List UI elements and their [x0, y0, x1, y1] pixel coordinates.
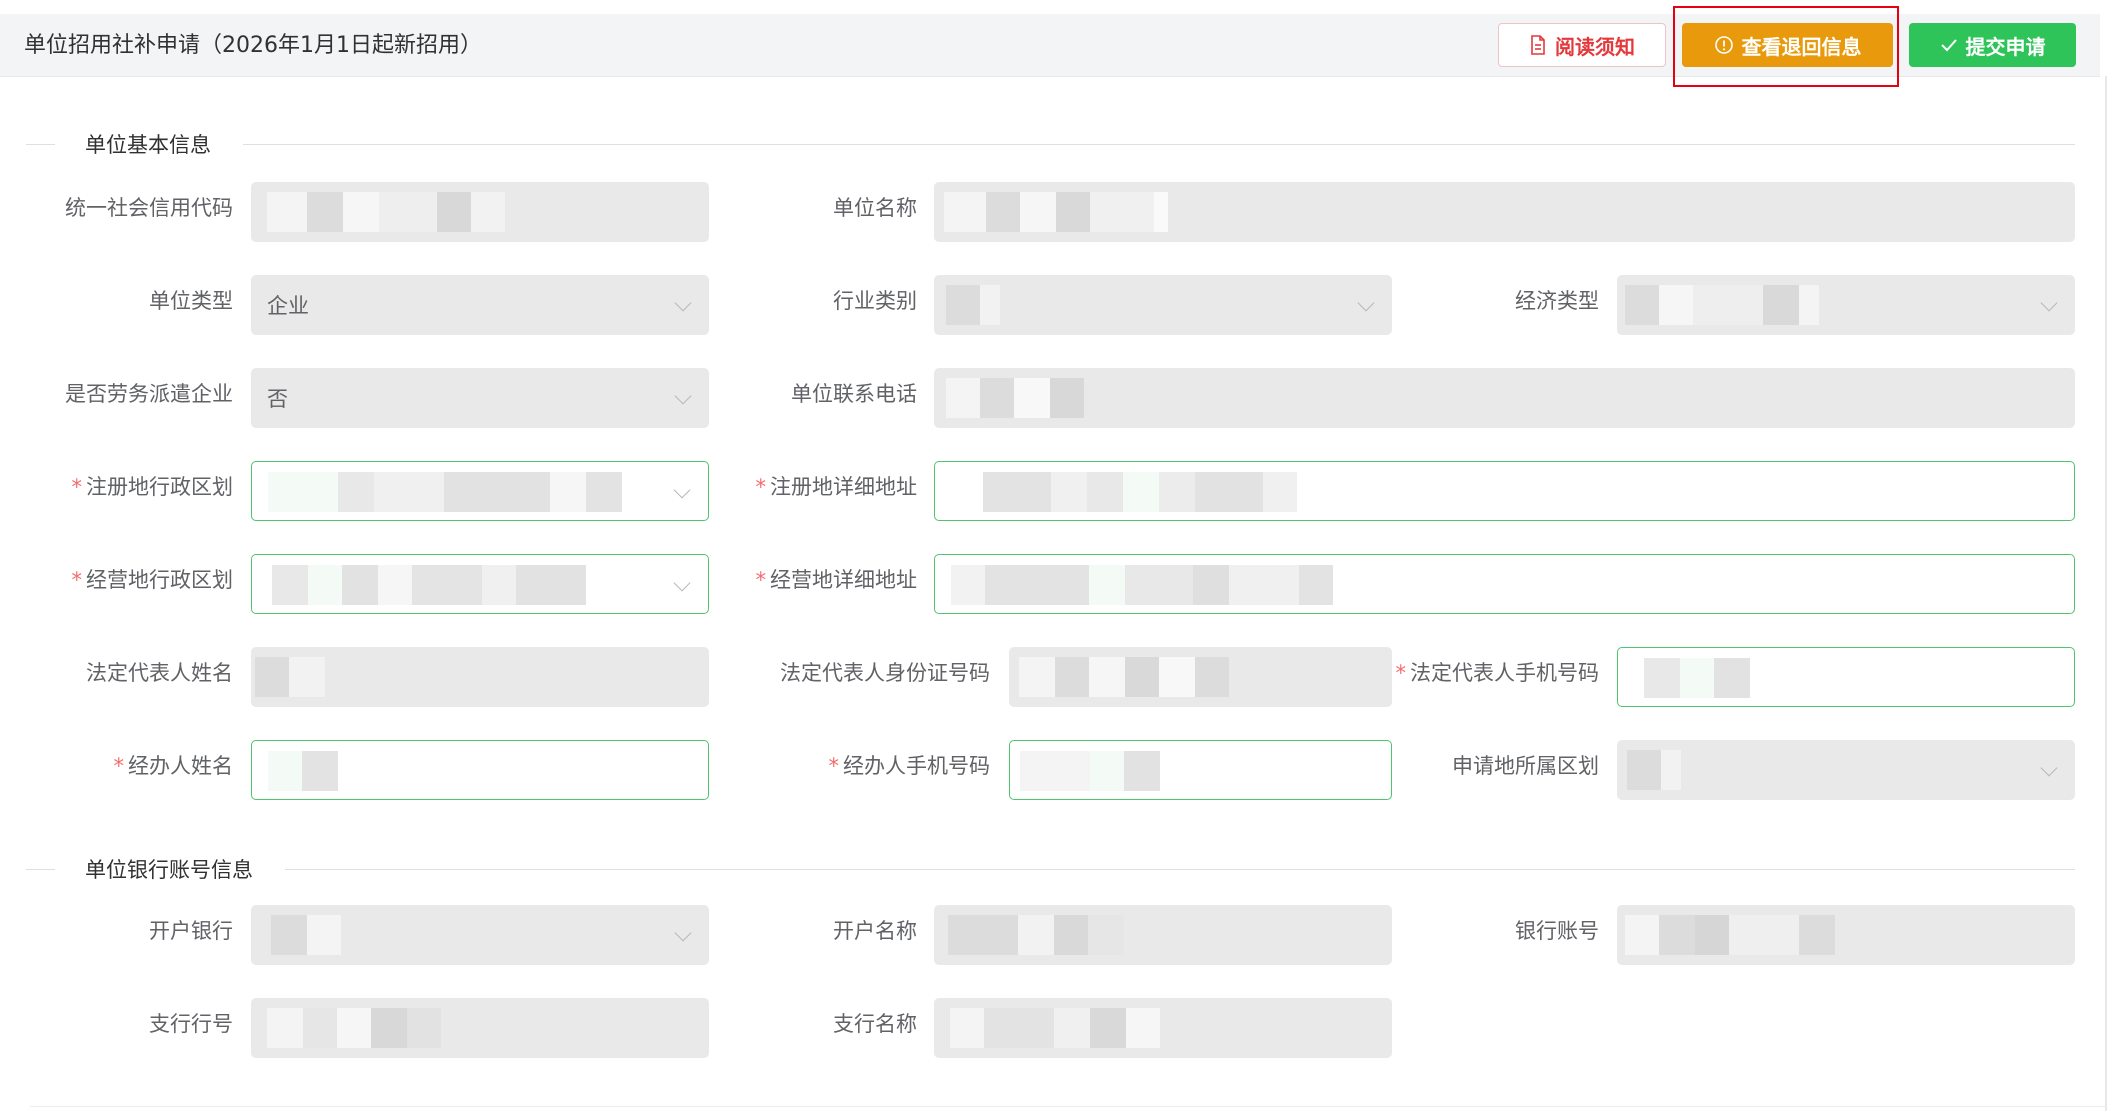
view-return-info-button[interactable]: 查看退回信息: [1682, 23, 1893, 67]
biz-region-select[interactable]: [251, 554, 709, 614]
labor-dispatch-select[interactable]: 否: [251, 368, 709, 428]
chevron-down-icon: [673, 574, 691, 592]
account-no-field: [1617, 905, 2075, 965]
right-scroll-edge: [2105, 76, 2107, 1111]
agent-phone-label: * 经办人手机号码: [828, 754, 991, 778]
biz-address-input[interactable]: [934, 554, 2075, 614]
agent-phone-input[interactable]: [1009, 740, 1392, 800]
agent-name-input[interactable]: [251, 740, 709, 800]
apply-region-label: 申请地所属区划: [1452, 754, 1599, 778]
industry-label: 行业类别: [833, 289, 917, 313]
legal-phone-label: * 法定代表人手机号码: [1395, 661, 1600, 685]
section-divider: [285, 869, 2075, 870]
chevron-down-icon: [2040, 759, 2058, 777]
labor-dispatch-value: 否: [267, 387, 288, 411]
chevron-down-icon: [674, 924, 692, 942]
unit-phone-field: [934, 368, 2075, 428]
info-circle-icon: [1714, 36, 1733, 54]
view-return-info-label: 查看退回信息: [1741, 34, 1862, 59]
unit-type-label: 单位类型: [149, 289, 233, 313]
section-divider: [26, 144, 55, 145]
economic-type-select[interactable]: [1617, 275, 2075, 335]
account-name-label: 开户名称: [833, 919, 917, 943]
reg-address-label: * 注册地详细地址: [755, 475, 918, 499]
section-divider: [26, 869, 55, 870]
reg-address-input[interactable]: [934, 461, 2075, 521]
read-notice-button[interactable]: 阅读须知: [1498, 23, 1666, 67]
legal-id-field: [1009, 647, 1392, 707]
page-title: 单位招用社补申请（2026年1月1日起新招用）: [24, 33, 482, 58]
unit-name-field: [934, 182, 2075, 242]
submit-application-button[interactable]: 提交申请: [1909, 23, 2076, 67]
branch-name-field: [934, 998, 1392, 1058]
reg-region-select[interactable]: [251, 461, 709, 521]
chevron-down-icon: [674, 387, 692, 405]
biz-address-label: * 经营地详细地址: [755, 568, 918, 592]
section-title-bank: 单位银行账号信息: [85, 858, 253, 882]
chevron-down-icon: [673, 481, 691, 499]
legal-id-label: 法定代表人身份证号码: [780, 661, 990, 685]
reg-region-label: * 注册地行政区划: [71, 475, 234, 499]
branch-name-label: 支行名称: [833, 1012, 917, 1036]
biz-region-label: * 经营地行政区划: [71, 568, 234, 592]
apply-region-select[interactable]: [1617, 740, 2075, 800]
industry-select[interactable]: [934, 275, 1392, 335]
unit-name-label: 单位名称: [833, 196, 917, 220]
section-divider: [243, 144, 2075, 145]
credit-code-label: 统一社会信用代码: [65, 196, 233, 220]
chevron-down-icon: [674, 294, 692, 312]
submit-application-label: 提交申请: [1965, 34, 2046, 59]
unit-type-value: 企业: [267, 294, 309, 318]
bank-select[interactable]: [251, 905, 709, 965]
chevron-down-icon: [2040, 294, 2058, 312]
document-icon: [1531, 35, 1545, 55]
legal-name-field: [251, 647, 709, 707]
account-name-field: [934, 905, 1392, 965]
legal-name-label: 法定代表人姓名: [86, 661, 233, 685]
legal-phone-input[interactable]: [1617, 647, 2075, 707]
branch-no-label: 支行行号: [149, 1012, 233, 1036]
section-title-basic: 单位基本信息: [85, 133, 211, 157]
chevron-down-icon: [1357, 294, 1375, 312]
unit-phone-label: 单位联系电话: [791, 382, 917, 406]
labor-dispatch-label: 是否劳务派遣企业: [65, 382, 233, 406]
check-icon: [1940, 39, 1957, 52]
account-no-label: 银行账号: [1515, 919, 1599, 943]
branch-no-field: [251, 998, 709, 1058]
read-notice-label: 阅读须知: [1555, 34, 1635, 59]
credit-code-field: [251, 182, 709, 242]
agent-name-label: * 经办人姓名: [113, 754, 234, 778]
economic-type-label: 经济类型: [1515, 289, 1599, 313]
bottom-divider: [30, 1106, 2105, 1107]
bank-label: 开户银行: [149, 919, 233, 943]
unit-type-select[interactable]: 企业: [251, 275, 709, 335]
